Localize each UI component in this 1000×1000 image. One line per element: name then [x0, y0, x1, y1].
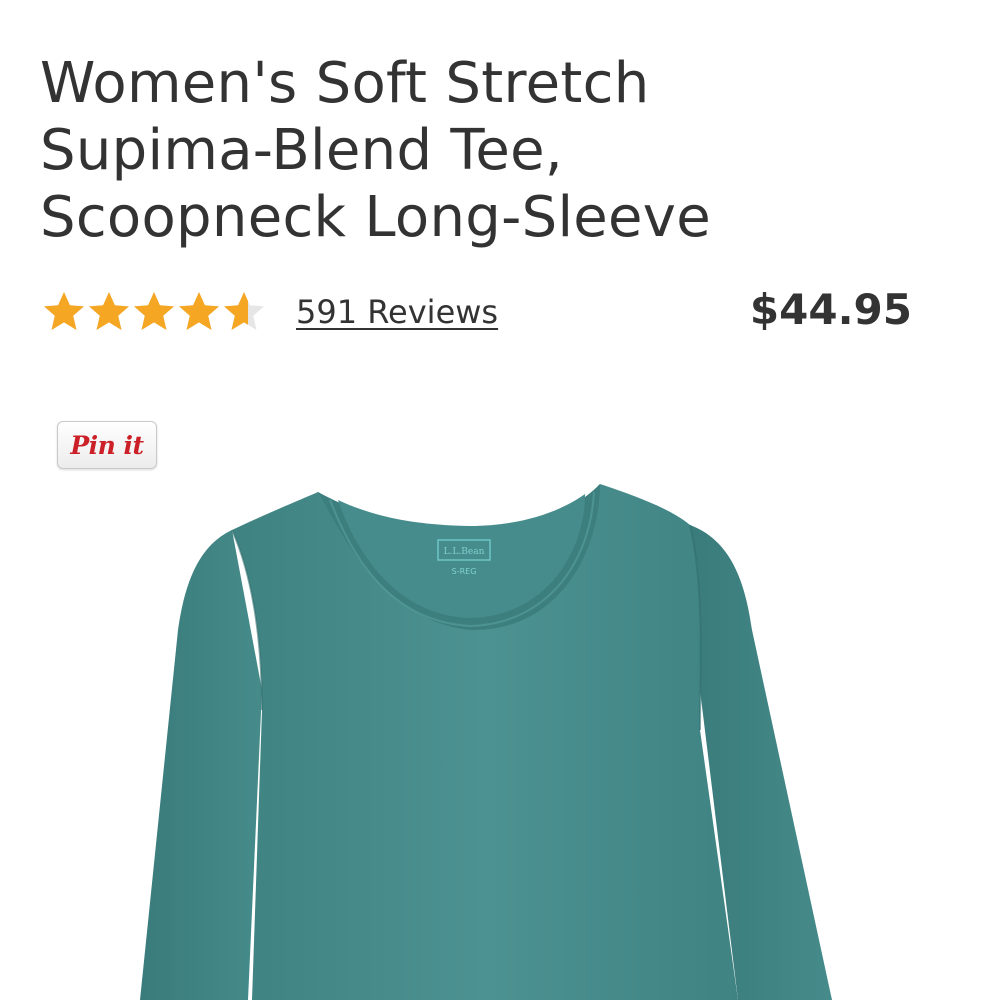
- product-page: Women's Soft Stretch Supima-Blend Tee, S…: [0, 0, 1000, 1000]
- star-icon: [132, 290, 177, 334]
- star-icon: [177, 290, 222, 334]
- star-rating[interactable]: [42, 290, 267, 334]
- product-title-line: Scoopneck Long-Sleeve: [40, 185, 711, 250]
- brand-tag-text: L.L.Bean: [444, 547, 485, 557]
- rating-row: 591 Reviews $44.95: [42, 284, 912, 340]
- product-image[interactable]: L.L.Bean S-REG: [0, 470, 1000, 1000]
- pin-it-button[interactable]: Pin it: [57, 421, 157, 469]
- product-title: Women's Soft Stretch Supima-Blend Tee, S…: [40, 50, 960, 251]
- shirt-left-sleeve: [140, 530, 262, 1000]
- reviews-link[interactable]: 591 Reviews: [296, 292, 498, 332]
- star-icon: [87, 290, 132, 334]
- star-icon: [222, 290, 267, 334]
- size-tag-text: S-REG: [452, 567, 477, 576]
- product-price: $44.95: [749, 285, 912, 334]
- product-title-line: Supima-Blend Tee,: [40, 118, 563, 183]
- pin-it-label: Pin it: [70, 430, 144, 460]
- star-icon: [42, 290, 87, 334]
- shirt-illustration: L.L.Bean S-REG: [140, 484, 832, 1000]
- product-title-line: Women's Soft Stretch: [40, 51, 650, 116]
